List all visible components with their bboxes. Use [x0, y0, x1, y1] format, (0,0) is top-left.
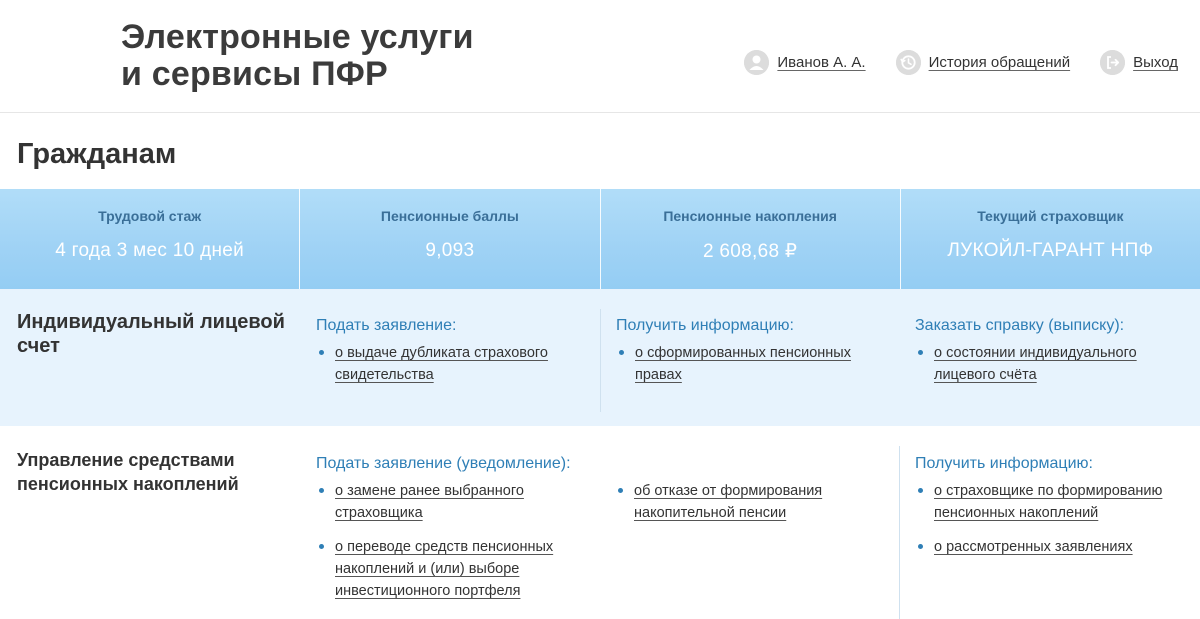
column-heading: Подать заявление (уведомление): [316, 455, 571, 472]
column-submit-application: Подать заявление: о выдаче дубликата стр… [316, 316, 600, 398]
link-pension-rights[interactable]: о сформированных пенсионных правах [635, 345, 851, 383]
list-item: о переводе средств пенсионных накоплений… [316, 536, 600, 602]
link-list: о страховщике по формированию пенсионных… [915, 480, 1199, 558]
app-title[interactable]: Электронные услуги и сервисы ПФР [121, 19, 474, 93]
nav-history-link[interactable]: История обращений [929, 54, 1071, 71]
page-title: Гражданам [17, 138, 177, 170]
column-heading: Получить информацию: [915, 455, 1093, 472]
stat-work-experience: Трудовой стаж 4 года 3 мес 10 дней [0, 189, 301, 289]
link-reviewed-applications[interactable]: о рассмотренных заявлениях [934, 539, 1133, 555]
logout-icon [1100, 50, 1126, 75]
column-refusal: об отказе от формирования накопительной … [615, 480, 899, 536]
column-heading: Подать заявление: [316, 317, 457, 334]
stat-value: ЛУКОЙЛ-ГАРАНТ НПФ [947, 240, 1154, 261]
column-order-certificate: Заказать справку (выписку): о состоянии … [915, 316, 1199, 398]
nav-logout[interactable]: Выход [1100, 50, 1178, 75]
link-list: о сформированных пенсионных правах [616, 342, 900, 386]
column-get-information: Получить информацию: о сформированных пе… [600, 309, 900, 412]
link-list: о выдаче дубликата страхового свидетельс… [316, 342, 600, 386]
section-pension-savings-management: Управление средствами пенсионных накопле… [0, 426, 1200, 619]
link-list: об отказе от формирования накопительной … [615, 480, 899, 524]
stat-value: 9,093 [425, 240, 475, 261]
list-item: о состоянии индивидуального лицевого счё… [915, 342, 1199, 386]
stats-bar: Трудовой стаж 4 года 3 мес 10 дней Пенси… [0, 189, 1200, 289]
link-duplicate-certificate[interactable]: о выдаче дубликата страхового свидетельс… [335, 345, 548, 383]
link-list: о состоянии индивидуального лицевого счё… [915, 342, 1199, 386]
link-replace-insurer[interactable]: о замене ранее выбранного страховщика [335, 483, 524, 521]
stat-pension-savings: Пенсионные накопления 2 608,68 ₽ [601, 189, 901, 289]
nav-user-link[interactable]: Иванов А. А. [777, 54, 865, 71]
link-insurer-info[interactable]: о страховщике по формированию пенсионных… [934, 483, 1162, 521]
list-item: о замене ранее выбранного страховщика [316, 480, 600, 524]
stat-value: 2 608,68 ₽ [702, 241, 798, 262]
list-item: о рассмотренных заявлениях [915, 536, 1199, 558]
stat-current-insurer: Текущий страховщик ЛУКОЙЛ-ГАРАНТ НПФ [901, 189, 1200, 289]
list-item: о выдаче дубликата страхового свидетельс… [316, 342, 600, 386]
nav-history[interactable]: История обращений [895, 50, 1071, 75]
app-title-line-2: и сервисы ПФР [121, 55, 388, 93]
link-transfer-savings[interactable]: о переводе средств пенсионных накоплений… [335, 539, 553, 599]
column-submit-application-notice: Подать заявление (уведомление): о замене… [316, 454, 600, 614]
stat-label: Трудовой стаж [98, 208, 202, 224]
section-personal-account: Индивидуальный лицевой счет Подать заявл… [0, 289, 1200, 426]
top-nav: Иванов А. А. История обращений Выход [744, 50, 1178, 75]
column-heading: Заказать справку (выписку): [915, 317, 1125, 334]
column-heading: Получить информацию: [616, 317, 794, 334]
app-title-line-1: Электронные услуги [121, 18, 474, 56]
stat-label: Текущий страховщик [977, 208, 1124, 224]
link-account-status[interactable]: о состоянии индивидуального лицевого счё… [934, 345, 1137, 383]
section-title: Индивидуальный лицевой счет [17, 311, 285, 357]
nav-user-profile[interactable]: Иванов А. А. [744, 50, 866, 75]
list-item: о сформированных пенсионных правах [616, 342, 900, 386]
link-list: о замене ранее выбранного страховщика о … [316, 480, 600, 602]
column-get-information-savings: Получить информацию: о страховщике по фо… [899, 446, 1199, 619]
list-item: об отказе от формирования накопительной … [615, 480, 899, 524]
list-item: о страховщике по формированию пенсионных… [915, 480, 1199, 524]
stat-pension-points: Пенсионные баллы 9,093 [300, 189, 601, 289]
stat-label: Пенсионные накопления [663, 208, 837, 224]
header: Электронные услуги и сервисы ПФР Иванов … [0, 0, 1200, 113]
stat-label: Пенсионные баллы [380, 208, 519, 224]
section-title: Управление средствами пенсионных накопле… [17, 450, 239, 494]
history-icon [895, 50, 921, 75]
nav-logout-link[interactable]: Выход [1133, 54, 1178, 71]
user-icon [744, 50, 770, 75]
stat-value: 4 года 3 мес 10 дней [55, 240, 245, 261]
link-refuse-funded-pension[interactable]: об отказе от формирования накопительной … [634, 483, 822, 521]
